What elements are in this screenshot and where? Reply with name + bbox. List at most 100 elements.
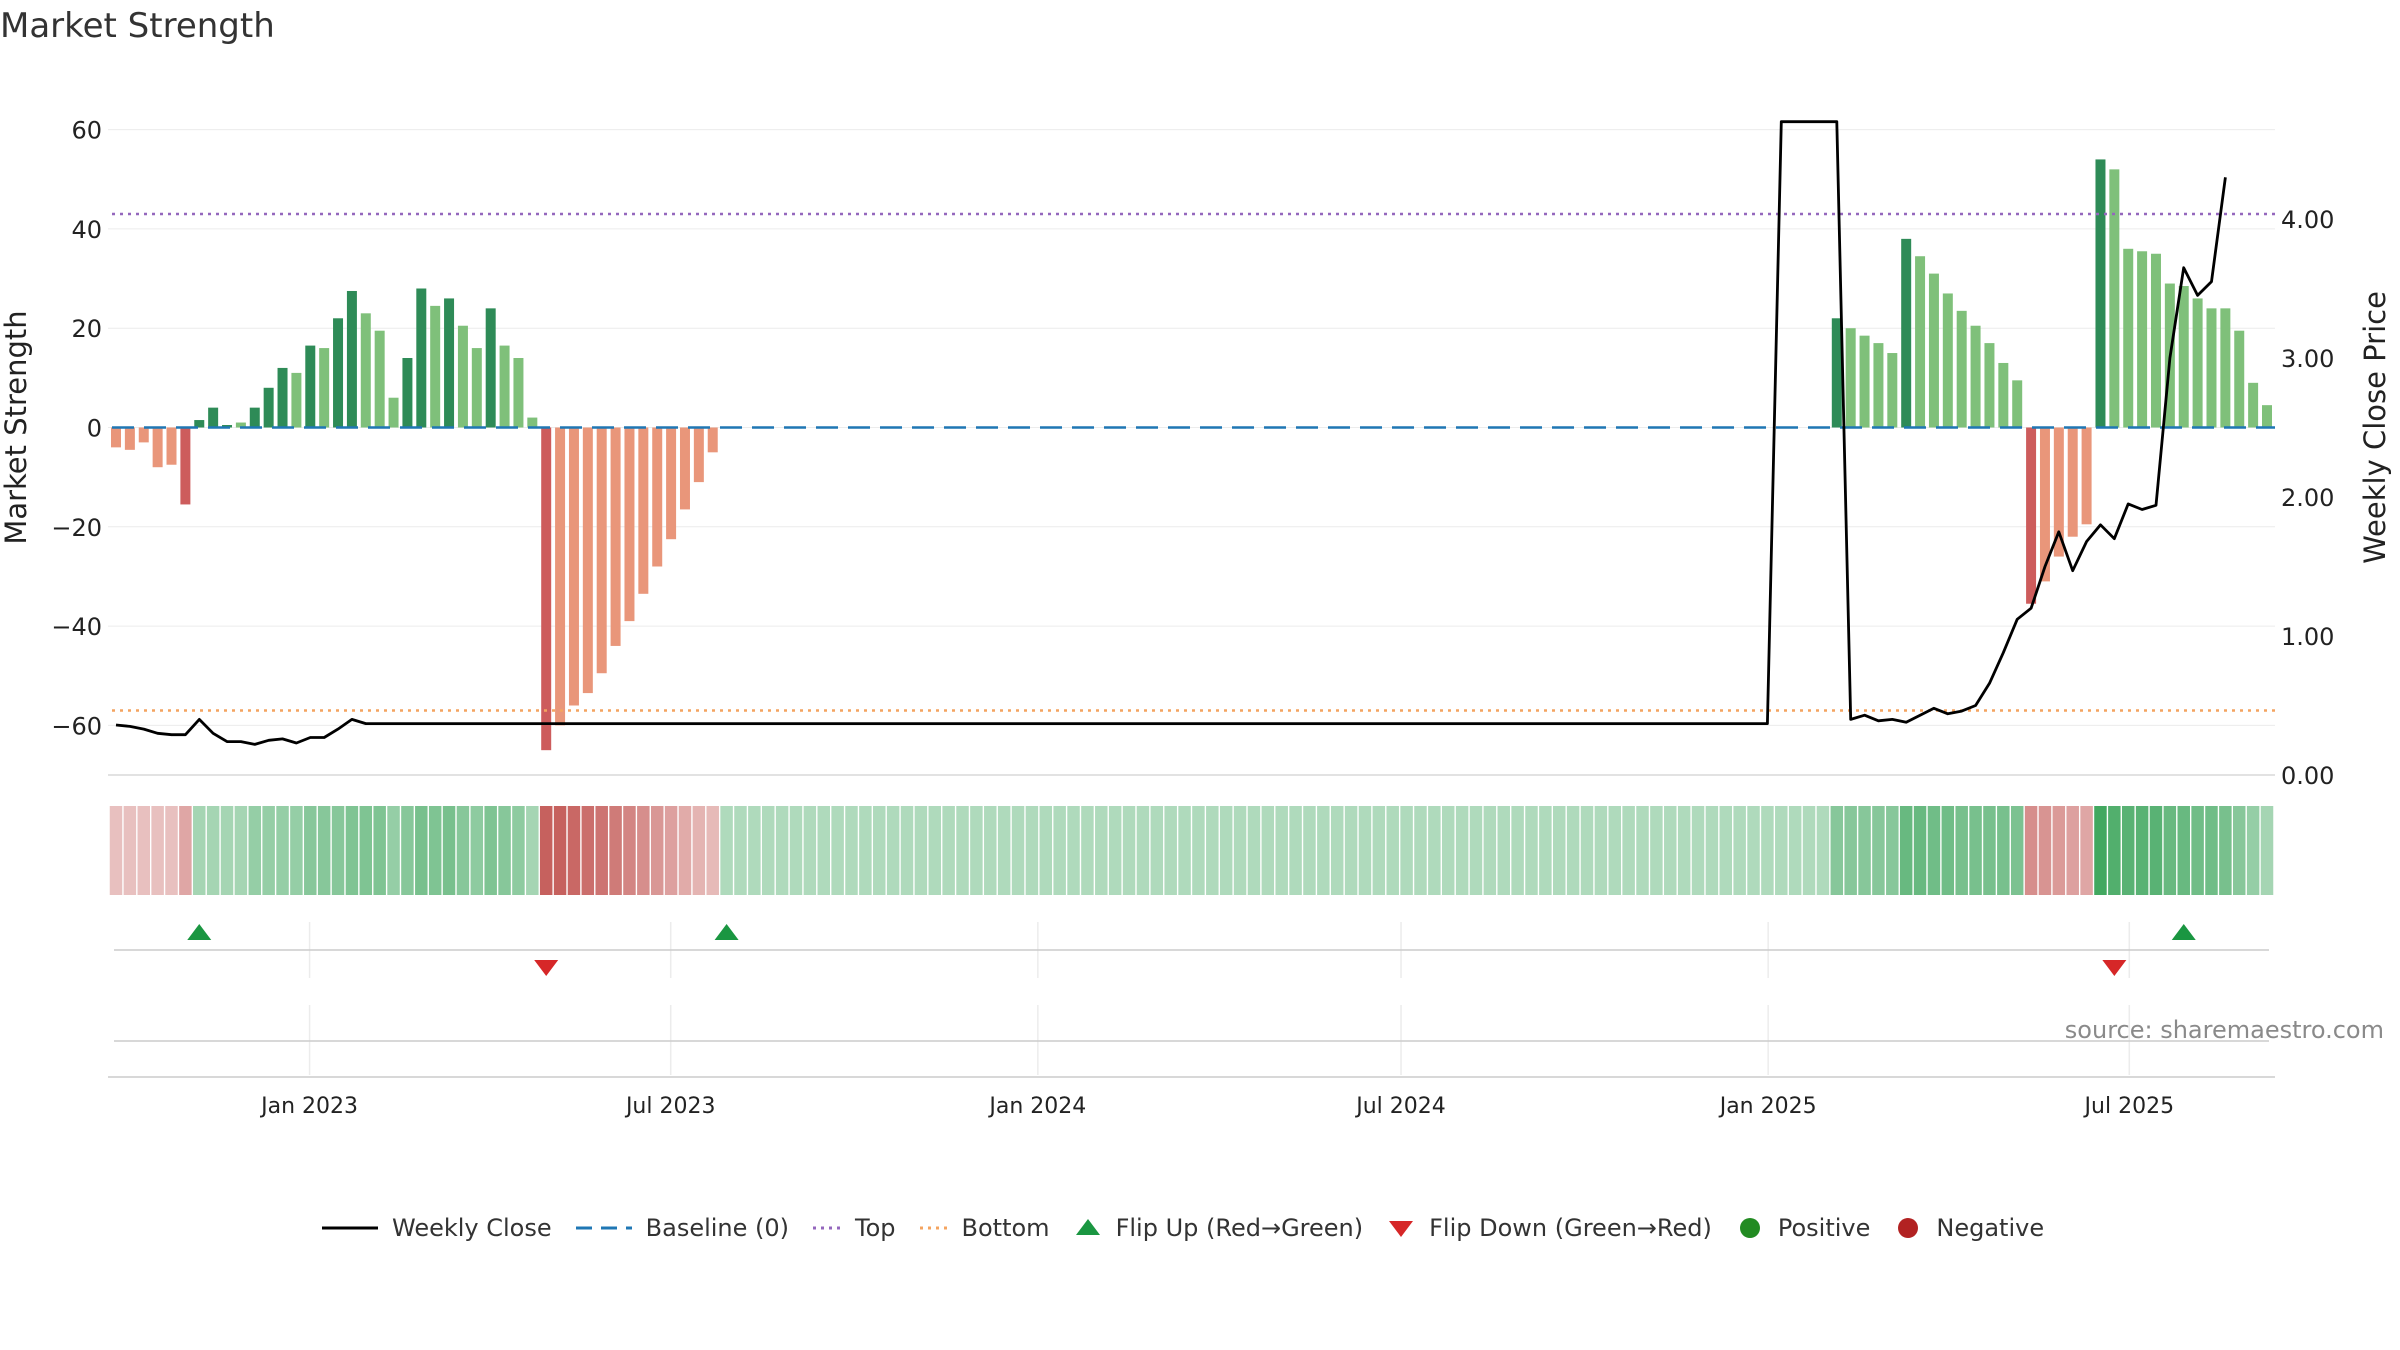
strength-strip-cell [317, 806, 331, 895]
strength-strip-cell [1858, 806, 1871, 895]
strength-strip-cell [2038, 806, 2052, 895]
strength-strip-cell [165, 806, 178, 895]
y-right-tick-label: 1.00 [2281, 623, 2334, 651]
strength-strip-cell [1539, 806, 1552, 895]
strength-strip-cell [2080, 806, 2093, 895]
strength-strip-cell [526, 806, 539, 895]
legend-item: Top [811, 1213, 896, 1243]
strength-bar [1845, 328, 1856, 428]
strength-strip-cell [234, 806, 248, 895]
strength-strip-cell [1247, 806, 1261, 895]
flip-up-marker [714, 924, 739, 940]
strength-strip-cell [886, 806, 900, 895]
strength-strip-cell [1053, 806, 1066, 895]
strength-strip-cell [2094, 806, 2107, 895]
strength-strip-cell [193, 806, 206, 895]
strength-bar [1998, 362, 2009, 428]
y-left-axis-label: Market Strength [0, 310, 33, 544]
strength-strip-cell [1816, 806, 1830, 895]
strength-strip-cell [1788, 806, 1802, 895]
strength-strip-cell [678, 806, 692, 895]
strength-strip-cell [359, 806, 373, 895]
strength-strip-cell [845, 806, 858, 895]
strength-strip-cell [1400, 806, 1413, 895]
strength-strip-cell [803, 806, 817, 895]
strength-strip-cell [873, 806, 886, 895]
strength-strip-cell [1830, 806, 1844, 895]
strength-bar [2234, 330, 2245, 428]
legend-item: Flip Up (Red→Green) [1072, 1213, 1364, 1243]
strength-strip-cell [137, 806, 150, 895]
strength-strip-cell [1497, 806, 1510, 895]
y-left-tick-label: −20 [51, 514, 102, 542]
strength-strip-cell [1761, 806, 1774, 895]
strength-strip-cell [2108, 806, 2121, 895]
x-tick-label: Jan 2023 [259, 1094, 358, 1119]
strength-strip-cell [1955, 806, 1968, 895]
strength-bar [707, 427, 718, 453]
flip-up-marker [187, 924, 212, 940]
strength-strip-cell [637, 806, 650, 895]
y-right-tick-label: 4.00 [2281, 206, 2334, 234]
legend-item: Weekly Close [320, 1213, 552, 1243]
strength-strip-cell [387, 806, 400, 895]
strength-bar [124, 427, 135, 450]
strength-strip-cell [623, 806, 636, 895]
strength-bar [638, 427, 649, 594]
strength-strip-cell [1136, 806, 1150, 895]
strength-strip-cell [581, 806, 595, 895]
x-tick-label: Jul 2025 [2083, 1094, 2175, 1119]
legend: Weekly Close Baseline (0) Top Bottom Flip Up… [320, 1208, 2066, 1248]
strength-bar [499, 345, 510, 428]
strength-bar [555, 427, 566, 726]
strength-bar [444, 298, 455, 428]
legend-label: Top [855, 1214, 896, 1242]
legend-swatch-icon [1075, 1219, 1100, 1235]
strength-strip-cell [553, 806, 567, 895]
chart-canvas: 60 40 20 0 −20 −40 −60 4.00 3.00 2.00 1.00 0.00 Mark… [0, 117, 2392, 1119]
strength-bar [430, 305, 441, 428]
strength-bar [2220, 308, 2231, 428]
y-right-tick-label: 2.00 [2281, 484, 2334, 512]
strength-strip-cell [1455, 806, 1469, 895]
strength-strip-cell [2246, 806, 2260, 895]
strength-strip-cell [1580, 806, 1594, 895]
strength-bar [1970, 325, 1981, 428]
strength-strip-cell [928, 806, 942, 895]
strength-strip-cell [2205, 806, 2218, 895]
strength-strip-cell [2010, 806, 2024, 895]
legend-item: Bottom [918, 1213, 1050, 1243]
strength-strip-cell [1608, 806, 1622, 895]
legend-item: Positive [1734, 1213, 1870, 1243]
strength-strip-cell [900, 806, 914, 895]
legend-item: Flip Down (Green→Red) [1385, 1213, 1712, 1243]
strength-bar [111, 427, 121, 448]
strength-strip-cell [470, 806, 484, 895]
strength-strip-cell [2191, 806, 2204, 895]
strength-bar [2123, 248, 2134, 428]
legend-swatch-icon [575, 1226, 632, 1230]
strength-strip-cell [248, 806, 262, 895]
strength-strip-cell [984, 806, 997, 895]
strength-strip-cell [1483, 806, 1497, 895]
strength-strip-cell [1289, 806, 1302, 895]
strength-strip-cell [567, 806, 581, 895]
strength-strip-cell [1317, 806, 1330, 895]
strength-strip-cell [1122, 806, 1136, 895]
legend-swatch-icon [1389, 1221, 1414, 1237]
strength-bar [2067, 427, 2078, 537]
strength-bar [1887, 353, 1898, 428]
strength-bar [527, 417, 538, 428]
strength-bar [263, 387, 274, 428]
strength-strip-cell [1941, 806, 1955, 895]
strength-bar [319, 348, 330, 428]
strength-bar [333, 318, 344, 428]
strength-bar [402, 358, 413, 428]
strength-strip-cell [1927, 806, 1941, 895]
legend-label: Negative [1936, 1214, 2045, 1242]
y-left-tick-label: −60 [51, 712, 102, 740]
strength-bar [513, 358, 524, 428]
strength-bar [457, 325, 468, 428]
legend-label: Flip Up (Red→Green) [1115, 1214, 1364, 1242]
strength-strip-cell [2219, 806, 2232, 895]
